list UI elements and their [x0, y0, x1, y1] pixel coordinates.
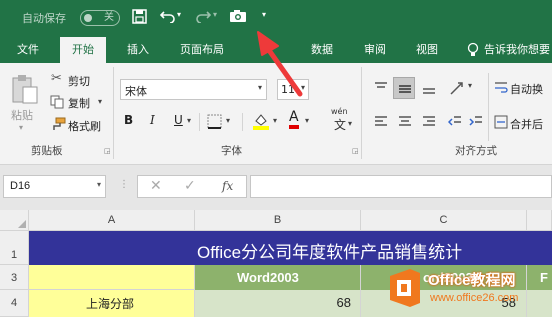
annotation-arrow — [257, 31, 303, 97]
